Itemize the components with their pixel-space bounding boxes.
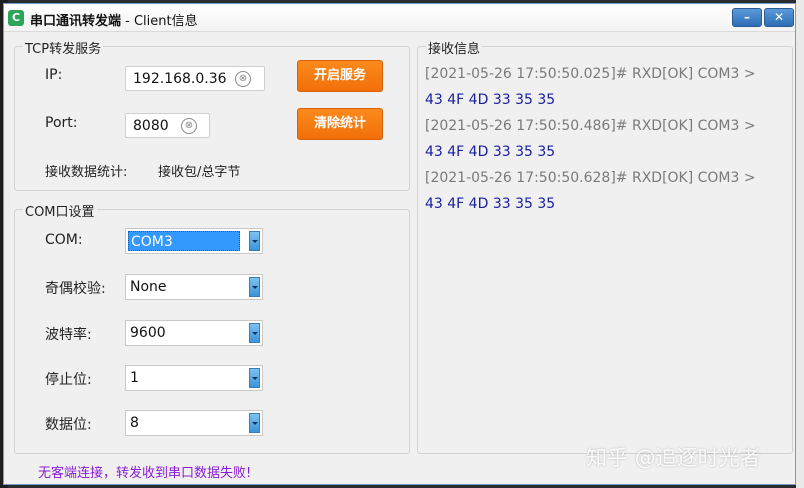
log-entry-hex: 43 4F 4D 33 35 35 (425, 144, 556, 160)
log-entry-meta: [2021-05-26 17:50:50.025]# RXD[OK] COM3 … (425, 66, 756, 82)
title-bar[interactable]: C 串口通讯转发端 - Client信息 – ✕ (4, 4, 795, 32)
stop-bits-value: 1 (130, 370, 139, 386)
receive-info-group: 接收信息 [2021-05-26 17:50:50.025]# RXD[OK] … (417, 38, 793, 454)
start-service-button[interactable]: 开启服务 (297, 60, 383, 92)
clear-stats-button[interactable]: 清除统计 (297, 108, 383, 140)
parity-label: 奇偶校验: (45, 281, 106, 297)
chevron-down-icon[interactable] (249, 323, 260, 343)
chevron-down-icon[interactable] (249, 413, 260, 433)
port-input[interactable]: 8080 ⊗ (125, 113, 210, 138)
com-group-title: COM口设置 (23, 201, 97, 220)
tcp-service-group: TCP转发服务 IP: 192.168.0.36 ⊗ Port: 8080 ⊗ … (14, 38, 410, 191)
status-message: 无客端连接，转发收到串口数据失败! (38, 466, 252, 481)
ip-input[interactable]: 192.168.0.36 ⊗ (125, 66, 265, 91)
data-bits-value: 8 (130, 415, 139, 431)
com-settings-group: COM口设置 COM: COM3 奇偶校验: None 波特率: 9600 停止… (14, 201, 410, 454)
ip-value: 192.168.0.36 (133, 71, 227, 87)
com-port-value: COM3 (128, 231, 240, 251)
stop-bits-label: 停止位: (45, 372, 92, 388)
data-bits-label: 数据位: (45, 417, 92, 433)
minimize-button[interactable]: – (732, 8, 762, 27)
close-button[interactable]: ✕ (764, 8, 794, 27)
ip-label: IP: (45, 67, 63, 83)
log-entry-hex: 43 4F 4D 33 35 35 (425, 92, 556, 108)
tcp-group-title: TCP转发服务 (23, 38, 104, 57)
window-title: 串口通讯转发端 - Client信息 (30, 10, 198, 29)
port-label: Port: (45, 115, 78, 131)
log-entry-meta: [2021-05-26 17:50:50.628]# RXD[OK] COM3 … (425, 170, 756, 186)
data-bits-select[interactable]: 8 (125, 410, 263, 436)
window-subtitle: - Client信息 (121, 14, 198, 29)
receive-group-title: 接收信息 (426, 38, 483, 57)
watermark: 知乎 @追逐时光者 (586, 446, 761, 470)
chevron-down-icon[interactable] (249, 277, 260, 297)
baud-rate-value: 9600 (130, 325, 166, 341)
chevron-down-icon[interactable] (249, 368, 260, 388)
background-right-strip (796, 0, 804, 488)
clear-ip-icon[interactable]: ⊗ (235, 71, 251, 87)
port-value: 8080 (133, 118, 169, 134)
client-window: C 串口通讯转发端 - Client信息 – ✕ TCP转发服务 IP: 192… (3, 3, 796, 485)
stats-label: 接收数据统计: (45, 165, 128, 180)
baud-rate-select[interactable]: 9600 (125, 320, 263, 346)
baud-rate-label: 波特率: (45, 327, 92, 343)
stop-bits-select[interactable]: 1 (125, 365, 263, 391)
parity-value: None (130, 279, 167, 295)
app-name: 串口通讯转发端 (30, 14, 122, 29)
app-logo-icon: C (8, 10, 24, 26)
parity-select[interactable]: None (125, 274, 263, 300)
log-entry-meta: [2021-05-26 17:50:50.486]# RXD[OK] COM3 … (425, 118, 756, 134)
chevron-down-icon[interactable] (249, 231, 260, 251)
log-entry-hex: 43 4F 4D 33 35 35 (425, 196, 556, 212)
com-port-select[interactable]: COM3 (125, 228, 263, 254)
stats-value: 接收包/总字节 (158, 165, 241, 180)
com-port-label: COM: (45, 232, 83, 248)
clear-port-icon[interactable]: ⊗ (181, 118, 197, 134)
